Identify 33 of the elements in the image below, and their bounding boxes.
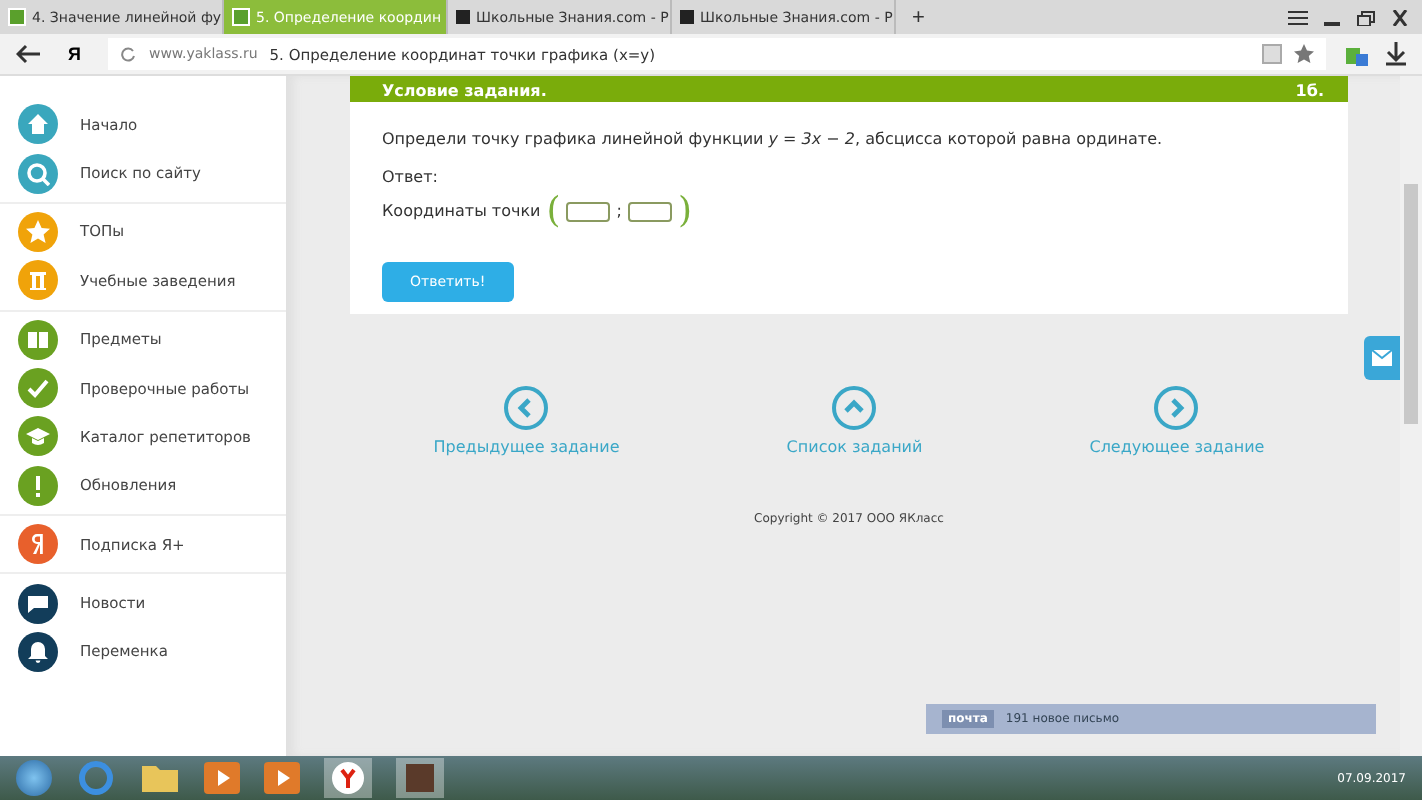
star-icon[interactable] bbox=[1294, 44, 1314, 64]
close-paren: ) bbox=[677, 190, 693, 232]
chevron-circle-icon bbox=[832, 386, 877, 430]
download-icon[interactable] bbox=[1386, 42, 1406, 66]
task-header-title: Условие задания. bbox=[382, 82, 547, 100]
task-points: 1б. bbox=[1295, 82, 1324, 100]
close-icon[interactable] bbox=[1390, 9, 1410, 25]
open-paren: ( bbox=[546, 190, 561, 232]
semicolon: ; bbox=[616, 202, 622, 220]
circle-y-icon bbox=[332, 762, 364, 794]
new-tab-button[interactable]: + bbox=[896, 0, 941, 34]
folder-icon[interactable] bbox=[140, 762, 180, 794]
yandex-button[interactable]: Я bbox=[56, 44, 93, 64]
app-picture-icon bbox=[406, 764, 434, 792]
taskbar-app[interactable] bbox=[396, 758, 444, 798]
media-player-icon[interactable] bbox=[264, 762, 300, 794]
back-arrow-icon[interactable] bbox=[16, 44, 40, 64]
x-input-field[interactable] bbox=[566, 201, 611, 221]
start-button[interactable] bbox=[16, 760, 52, 796]
menu-icon[interactable] bbox=[1288, 9, 1308, 25]
chevron-circle-icon bbox=[1154, 386, 1199, 430]
coordinates-label: Координаты точки bbox=[382, 202, 541, 220]
answer-label: Ответ: bbox=[382, 168, 440, 186]
y-input-field[interactable] bbox=[627, 201, 672, 221]
scrollbar[interactable] bbox=[1400, 76, 1422, 756]
envelope-icon bbox=[1372, 350, 1392, 366]
reload-icon bbox=[120, 46, 137, 62]
mail-button[interactable] bbox=[1364, 336, 1400, 380]
media-player-icon[interactable] bbox=[204, 762, 240, 794]
taskbar-app[interactable] bbox=[324, 758, 372, 798]
question-text: Определи точку графика линейной функции y = 3x − 2, абсцисса которой равна ординате. bbox=[382, 130, 1165, 148]
chevron-circle-icon bbox=[504, 386, 549, 430]
restore-icon[interactable] bbox=[1356, 9, 1376, 25]
